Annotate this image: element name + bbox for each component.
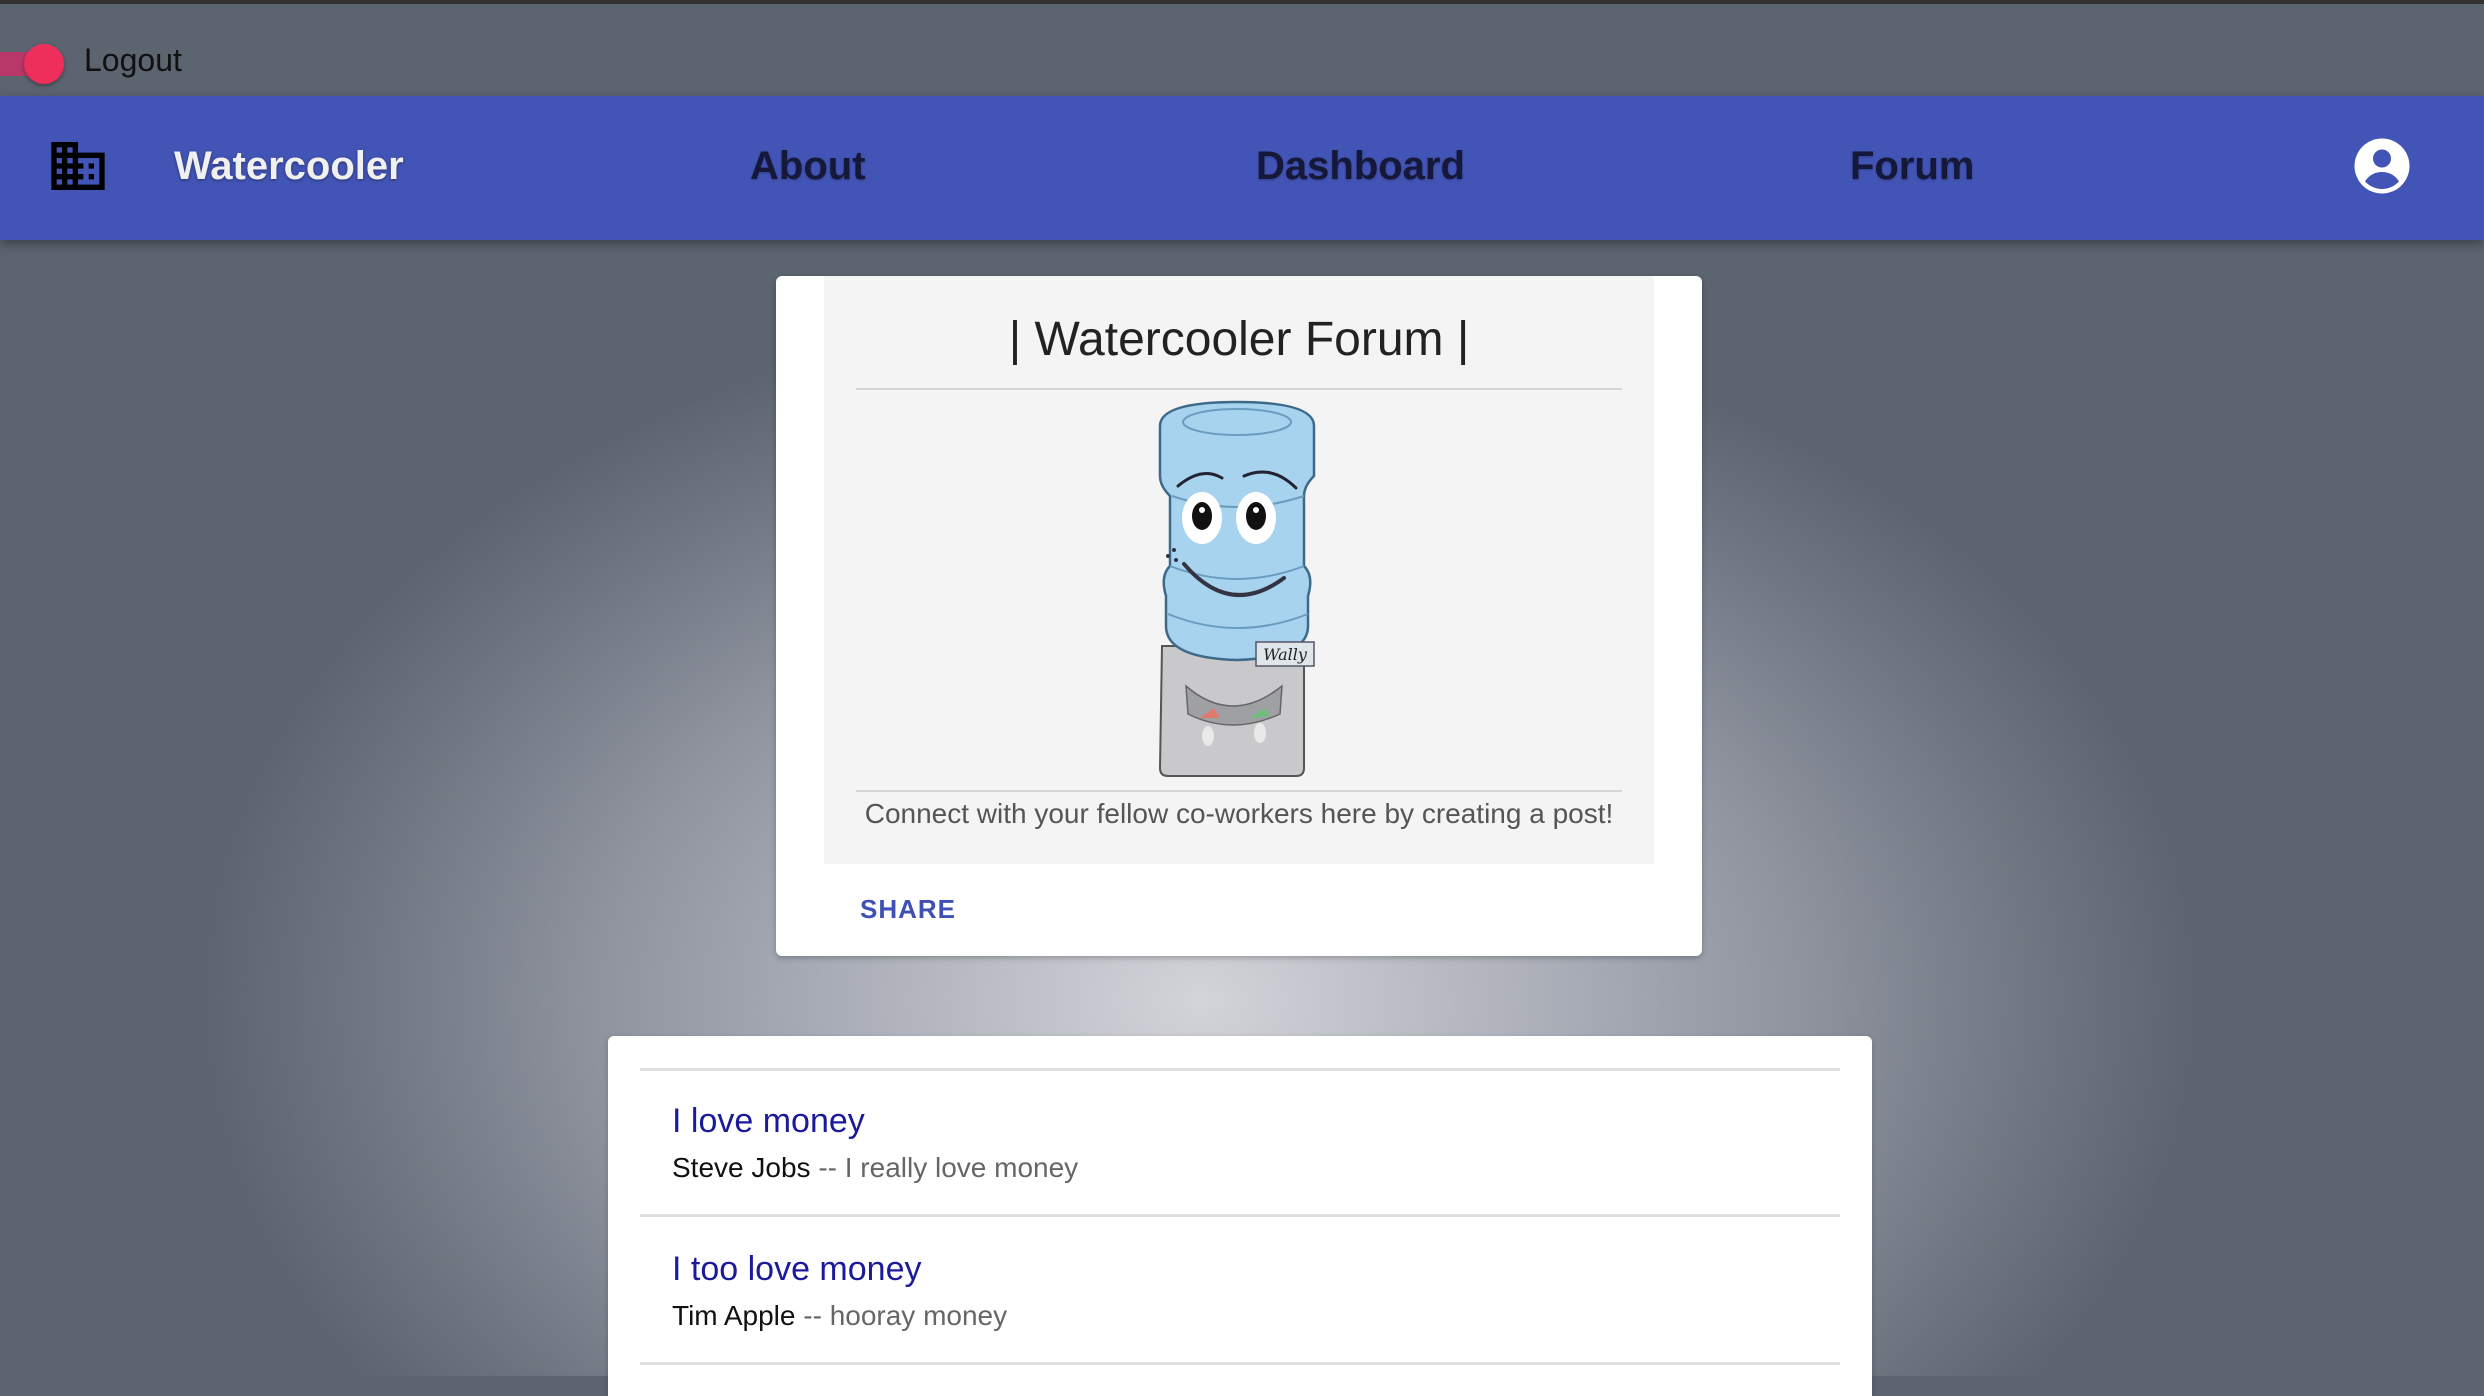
post-divider (640, 1362, 1840, 1365)
post-body: I really love money (844, 1152, 1079, 1183)
mascot-name-tag: Wally (1263, 645, 1308, 664)
post-author: Tim Apple (672, 1300, 796, 1331)
post-title[interactable]: I love money (672, 1102, 865, 1141)
top-bar: Logout (0, 4, 2484, 96)
post-separator: -- (818, 1152, 837, 1183)
post-separator: -- (803, 1300, 822, 1331)
app-bar: Watercooler About Dashboard Forum (0, 96, 2484, 240)
nav-dashboard[interactable]: Dashboard (1256, 144, 1465, 189)
wally-mascot-image: Wally (1158, 400, 1316, 777)
post-title[interactable]: I too love money (672, 1250, 921, 1289)
nav-forum[interactable]: Forum (1850, 144, 1974, 189)
forum-title: | Watercooler Forum | (1008, 313, 1470, 366)
logout-label: Logout (84, 42, 182, 78)
account-circle-icon[interactable] (2352, 136, 2412, 196)
share-button[interactable]: SHARE (860, 894, 956, 925)
post-meta: Tim Apple -- hooray money (672, 1300, 1007, 1332)
title-divider (856, 388, 1622, 390)
building-icon[interactable] (46, 134, 110, 198)
post-item: I love money Steve Jobs -- I really love… (672, 1102, 1822, 1242)
forum-header-media: | Watercooler Forum | Wally Connect with… (824, 276, 1654, 864)
post-meta: Steve Jobs -- I really love money (672, 1152, 1078, 1184)
brand-link[interactable]: Watercooler (174, 144, 404, 189)
post-divider (640, 1068, 1840, 1071)
toggle-thumb (24, 44, 64, 84)
caption-divider (856, 790, 1622, 792)
forum-header-card: | Watercooler Forum | Wally Connect with… (776, 276, 1702, 956)
post-divider (640, 1214, 1840, 1217)
nav-about[interactable]: About (750, 144, 866, 189)
post-list: I love money Steve Jobs -- I really love… (608, 1036, 1872, 1396)
post-author: Steve Jobs (672, 1152, 811, 1183)
post-body: hooray money (829, 1300, 1008, 1331)
logout-toggle[interactable] (0, 44, 66, 84)
post-item: I too love money Tim Apple -- hooray mon… (672, 1250, 1822, 1390)
forum-caption: Connect with your fellow co-workers here… (864, 798, 1614, 829)
